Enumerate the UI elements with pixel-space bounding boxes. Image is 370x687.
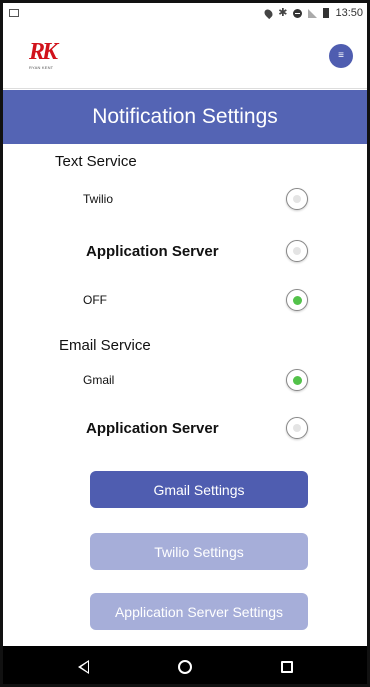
email-gmail-radio[interactable] [286, 369, 308, 391]
recents-icon[interactable] [280, 660, 293, 673]
text-option-app-server[interactable]: Application Server [3, 234, 367, 268]
text-option-twilio-label: Twilio [83, 192, 114, 206]
text-app-server-radio[interactable] [286, 240, 308, 262]
status-time: 13:50 [335, 7, 363, 19]
status-bar: ✱ 13:50 [3, 3, 367, 23]
logo: RK RYAN KENT [29, 39, 58, 70]
menu-icon: ≡ [338, 50, 344, 61]
email-option-gmail[interactable]: Gmail [3, 363, 367, 397]
logo-text: RYAN KENT [29, 65, 54, 70]
menu-button[interactable]: ≡ [329, 43, 353, 68]
bluetooth-icon: ✱ [278, 6, 288, 19]
email-option-gmail-label: Gmail [83, 373, 115, 387]
text-option-off[interactable]: OFF [3, 283, 367, 317]
logo-mark: RK [29, 39, 58, 65]
email-service-heading: Email Service [59, 337, 151, 354]
email-app-server-radio[interactable] [286, 417, 308, 439]
app-header: RK RYAN KENT ≡ [3, 23, 367, 89]
text-service-heading: Text Service [55, 153, 137, 170]
text-option-app-server-label: Application Server [86, 242, 219, 260]
gmail-settings-button[interactable]: Gmail Settings [90, 471, 308, 508]
system-nav-bar [3, 646, 367, 684]
text-option-twilio[interactable]: Twilio [3, 182, 367, 216]
image-icon [9, 9, 19, 17]
email-option-app-server-label: Application Server [86, 419, 219, 437]
signal-icon [308, 8, 318, 18]
do-not-disturb-icon [293, 8, 303, 18]
app-server-settings-button[interactable]: Application Server Settings [90, 593, 308, 630]
title-bar: Notification Settings [3, 90, 367, 144]
location-icon [263, 7, 275, 19]
text-off-radio[interactable] [286, 289, 308, 311]
back-icon[interactable] [77, 659, 89, 674]
text-twilio-radio[interactable] [286, 188, 308, 210]
twilio-settings-button[interactable]: Twilio Settings [90, 533, 308, 570]
battery-icon [323, 8, 330, 18]
email-option-app-server[interactable]: Application Server [3, 411, 367, 445]
text-option-off-label: OFF [83, 293, 107, 307]
phone-screen: ✱ 13:50 RK RYAN KENT ≡ Notification Sett… [0, 0, 370, 687]
page-title: Notification Settings [92, 105, 278, 128]
status-icons: ✱ 13:50 [263, 6, 363, 19]
home-icon[interactable] [177, 659, 192, 674]
